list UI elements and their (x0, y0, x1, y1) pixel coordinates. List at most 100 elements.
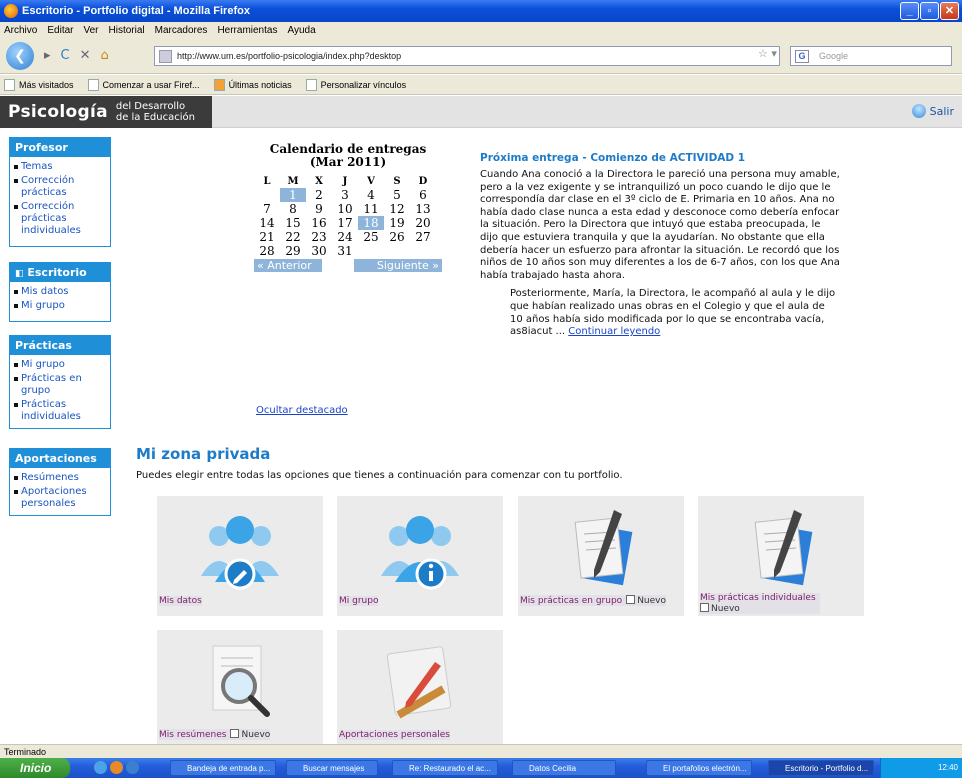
continue-reading-link[interactable]: Continuar leyendo (568, 326, 660, 337)
tile-practicas-individuales[interactable]: Mis prácticas individuales Nuevo (698, 496, 864, 616)
calendar-day[interactable]: 21 (254, 230, 280, 244)
next-delivery-quote: Posteriormente, María, la Directora, le … (510, 288, 840, 338)
tile-resumenes[interactable]: Mis resúmenes Nuevo (157, 630, 323, 744)
firefox-quicklaunch-icon[interactable] (110, 761, 123, 774)
google-icon[interactable]: G (795, 50, 809, 63)
desktop-quicklaunch-icon[interactable] (94, 761, 107, 774)
hide-featured-link[interactable]: Ocultar destacado (256, 405, 348, 416)
calendar-day[interactable]: 26 (384, 230, 410, 244)
taskbar-item-datos-cecilia[interactable]: Datos Cecilia (512, 760, 616, 776)
forward-button[interactable]: ▸ (44, 48, 51, 63)
menu-ayuda[interactable]: Ayuda (287, 25, 315, 36)
bookmark-mas-visitados[interactable]: Más visitados (4, 78, 74, 91)
calendar-day[interactable]: 1 (280, 188, 306, 202)
calendar-day[interactable]: 29 (280, 244, 306, 258)
calendar-day[interactable]: 28 (254, 244, 280, 258)
calendar-day[interactable]: 18 (358, 216, 384, 230)
taskbar-item-portafolios[interactable]: El portafolios electrón... (646, 760, 752, 776)
close-button[interactable]: ✕ (940, 2, 959, 20)
calendar-day[interactable]: 27 (410, 230, 436, 244)
sidebar-item-resumenes[interactable]: Resúmenes (14, 472, 106, 484)
bookmark-noticias[interactable]: Últimas noticias (213, 78, 292, 91)
calendar-day[interactable]: 30 (306, 244, 332, 258)
calendar-day[interactable]: 10 (332, 202, 358, 216)
logout-link[interactable]: Salir (911, 104, 954, 118)
calendar-day[interactable]: 9 (306, 202, 332, 216)
taskbar-item-restaurado[interactable]: Re: Restaurado el ac... (392, 760, 498, 776)
sidebar-item-practicas-individuales[interactable]: Prácticas individuales (14, 399, 106, 423)
calendar-day[interactable]: 20 (410, 216, 436, 230)
calendar-day[interactable]: 2 (306, 188, 332, 202)
sidebar-item-practicas-en-grupo[interactable]: Prácticas en grupo (14, 373, 106, 397)
bookmark-star-icon[interactable]: ☆ ▾ (758, 47, 777, 60)
new-badge: Nuevo (230, 730, 271, 740)
calendar-day[interactable]: 7 (254, 202, 280, 216)
sidebar-item-mis-datos[interactable]: Mis datos (14, 286, 106, 298)
sidebar-item-correccion-individuales[interactable]: Corrección prácticas individuales (14, 201, 106, 237)
calendar-week: 7 8 9 10 11 12 13 (254, 202, 436, 216)
calendar-day[interactable]: 19 (384, 216, 410, 230)
calendar-day[interactable]: 6 (410, 188, 436, 202)
sidebar-item-aportaciones-personales[interactable]: Aportaciones personales (14, 486, 106, 510)
calendar-day[interactable]: 24 (332, 230, 358, 244)
menu-archivo[interactable]: Archivo (4, 25, 37, 36)
tile-aportaciones[interactable]: Aportaciones personales (337, 630, 503, 744)
tile-mis-datos[interactable]: Mis datos (157, 496, 323, 616)
calendar-day[interactable]: 31 (332, 244, 358, 258)
search-input[interactable]: G Google (790, 46, 952, 66)
calendar-day[interactable]: 13 (410, 202, 436, 216)
calendar-day[interactable]: 11 (358, 202, 384, 216)
sidebar-heading: Profesor (10, 138, 110, 157)
calendar-day[interactable]: 22 (280, 230, 306, 244)
start-label: Inicio (20, 761, 52, 775)
menu-ver[interactable]: Ver (83, 25, 98, 36)
ie-quicklaunch-icon[interactable] (126, 761, 139, 774)
calendar-day[interactable]: 12 (384, 202, 410, 216)
calendar-next-button[interactable]: Siguiente » (354, 259, 442, 272)
calendar-day[interactable]: 23 (306, 230, 332, 244)
calendar-day[interactable]: 25 (358, 230, 384, 244)
stop-icon[interactable]: ✕ (80, 48, 91, 63)
calendar-empty-cell (254, 188, 280, 202)
calendar-prev-button[interactable]: « Anterior (254, 259, 322, 272)
tile-label: Mis prácticas en grupo Nuevo (520, 595, 666, 606)
calendar-day[interactable]: 8 (280, 202, 306, 216)
tile-mi-grupo[interactable]: Mi grupo (337, 496, 503, 616)
calendar-week: 14 15 16 17 18 19 20 (254, 216, 436, 230)
menu-editar[interactable]: Editar (47, 25, 73, 36)
sidebar-item-correccion-practicas[interactable]: Corrección prácticas (14, 175, 106, 199)
taskbar-item-escritorio[interactable]: Escritorio - Portfolio d... (768, 760, 874, 776)
site-identity-icon[interactable] (159, 50, 172, 63)
new-badge: Nuevo (700, 604, 740, 614)
calendar-day[interactable]: 15 (280, 216, 306, 230)
tile-label: Mis datos (159, 596, 202, 606)
back-button[interactable]: ❮ (6, 41, 34, 70)
reload-icon[interactable]: C (61, 48, 70, 63)
minimize-button[interactable]: _ (900, 2, 919, 20)
calendar-day[interactable]: 14 (254, 216, 280, 230)
menu-marcadores[interactable]: Marcadores (155, 25, 208, 36)
sidebar-item-temas[interactable]: Temas (14, 161, 106, 173)
weekday-header: V (367, 176, 375, 187)
calendar-day[interactable]: 4 (358, 188, 384, 202)
sidebar-item-practicas-mi-grupo[interactable]: Mi grupo (14, 359, 106, 371)
site-logo[interactable]: Psicología del Desarrollo de la Educació… (0, 96, 212, 128)
url-input[interactable]: http://www.um.es/portfolio-psicologia/in… (154, 46, 780, 66)
calendar-day[interactable]: 16 (306, 216, 332, 230)
tile-practicas-grupo[interactable]: Mis prácticas en grupo Nuevo (518, 496, 684, 616)
calendar-navigation: « Anterior Siguiente » (254, 259, 442, 272)
calendar-day[interactable]: 5 (384, 188, 410, 202)
taskbar-item-label: Datos Cecilia (529, 764, 577, 773)
taskbar-item-bandeja[interactable]: Bandeja de entrada p... (170, 760, 276, 776)
calendar-day[interactable]: 17 (332, 216, 358, 230)
bookmark-comenzar[interactable]: Comenzar a usar Firef... (87, 78, 200, 91)
calendar-day[interactable]: 3 (332, 188, 358, 202)
menu-herramientas[interactable]: Herramientas (217, 25, 277, 36)
menu-historial[interactable]: Historial (109, 25, 145, 36)
sidebar-item-mi-grupo[interactable]: Mi grupo (14, 300, 106, 312)
bookmark-personalizar[interactable]: Personalizar vínculos (305, 78, 406, 91)
maximize-button[interactable]: ▫ (920, 2, 939, 20)
start-button[interactable]: Inicio (0, 758, 70, 778)
taskbar-item-buscar[interactable]: Buscar mensajes (286, 760, 378, 776)
home-icon[interactable]: ⌂ (101, 48, 109, 63)
